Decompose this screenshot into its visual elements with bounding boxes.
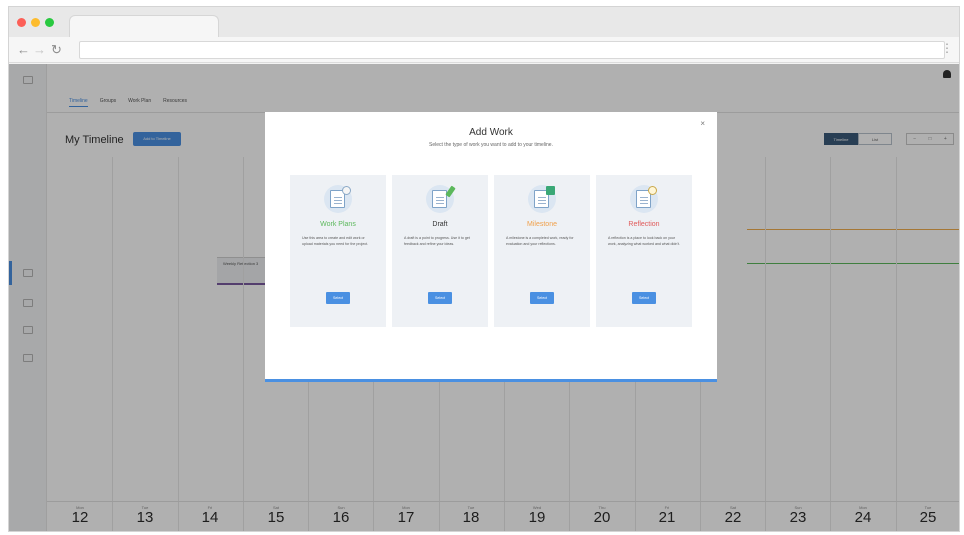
- modal-subtitle: Select the type of work you want to add …: [429, 142, 553, 148]
- browser-tab[interactable]: [69, 15, 219, 39]
- select-reflection-button[interactable]: Select: [632, 292, 656, 304]
- card-title: Reflection: [628, 221, 660, 228]
- select-work-plans-button[interactable]: Select: [326, 292, 350, 304]
- maximize-window-button[interactable]: [45, 18, 54, 27]
- card-description: A milestone is a completed work, ready f…: [506, 236, 574, 246]
- select-draft-button[interactable]: Select: [428, 292, 452, 304]
- browser-toolbar: ← → ↻ ⋮: [9, 37, 959, 63]
- add-work-modal: × Add Work Select the type of work you w…: [265, 112, 717, 382]
- reflection-icon: [630, 185, 658, 213]
- close-window-button[interactable]: [17, 18, 26, 27]
- card-description: Use this area to create and edit work or…: [302, 236, 369, 246]
- modal-title: Add Work: [469, 127, 513, 138]
- browser-window: ← → ↻ ⋮ Timeline Groups Work Plan Resour…: [8, 6, 960, 532]
- back-arrow-icon[interactable]: ←: [17, 42, 30, 58]
- milestone-icon: [528, 185, 556, 213]
- browser-titlebar: [9, 7, 959, 39]
- minimize-window-button[interactable]: [31, 18, 40, 27]
- card-work-plans[interactable]: Work Plans Use this area to create and e…: [290, 175, 386, 327]
- draft-icon: [426, 185, 456, 213]
- browser-menu-icon[interactable]: ⋮: [941, 41, 953, 55]
- card-reflection[interactable]: Reflection A reflection is a place to lo…: [596, 175, 692, 327]
- select-milestone-button[interactable]: Select: [530, 292, 554, 304]
- card-title: Work Plans: [320, 221, 356, 228]
- card-description: A reflection is a place to look back on …: [608, 236, 681, 246]
- card-title: Milestone: [527, 221, 557, 228]
- card-milestone[interactable]: Milestone A milestone is a completed wor…: [494, 175, 590, 327]
- work-type-cards: Work Plans Use this area to create and e…: [290, 175, 692, 327]
- address-bar[interactable]: [79, 41, 945, 59]
- reload-icon[interactable]: ↻: [51, 42, 62, 58]
- card-title: Draft: [432, 221, 448, 228]
- card-draft[interactable]: Draft A draft is a point to progress. Us…: [392, 175, 488, 327]
- work-plan-icon: [324, 185, 352, 213]
- forward-arrow-icon[interactable]: →: [33, 42, 46, 58]
- window-controls: [17, 18, 54, 27]
- card-description: A draft is a point to progress. Use it t…: [404, 236, 470, 246]
